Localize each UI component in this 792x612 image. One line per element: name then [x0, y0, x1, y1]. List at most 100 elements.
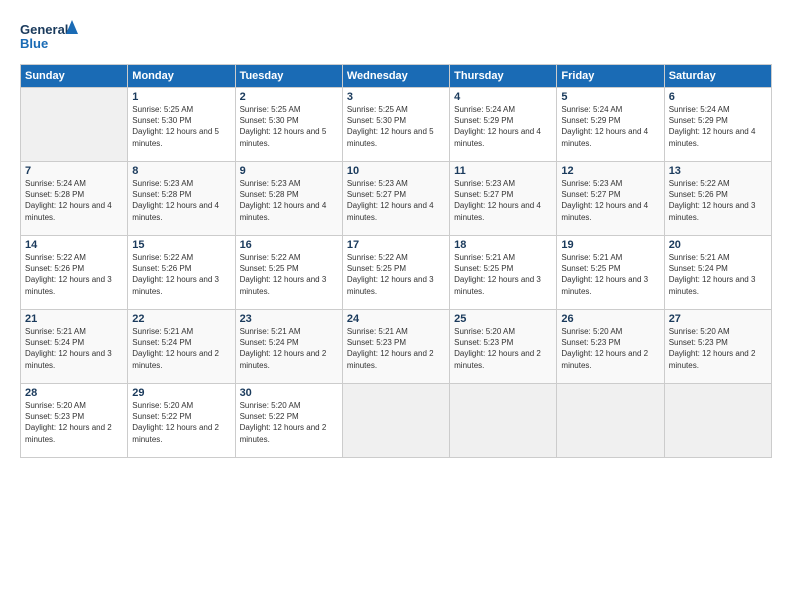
calendar-cell — [557, 384, 664, 458]
calendar-cell — [21, 88, 128, 162]
day-info: Sunrise: 5:22 AMSunset: 5:26 PMDaylight:… — [669, 178, 767, 223]
day-info: Sunrise: 5:21 AMSunset: 5:24 PMDaylight:… — [669, 252, 767, 297]
day-info: Sunrise: 5:21 AMSunset: 5:25 PMDaylight:… — [454, 252, 552, 297]
day-info: Sunrise: 5:22 AMSunset: 5:25 PMDaylight:… — [347, 252, 445, 297]
calendar-cell: 10Sunrise: 5:23 AMSunset: 5:27 PMDayligh… — [342, 162, 449, 236]
day-number: 15 — [132, 239, 230, 251]
calendar-cell: 28Sunrise: 5:20 AMSunset: 5:23 PMDayligh… — [21, 384, 128, 458]
calendar-cell: 23Sunrise: 5:21 AMSunset: 5:24 PMDayligh… — [235, 310, 342, 384]
weekday-header-wednesday: Wednesday — [342, 65, 449, 88]
day-info: Sunrise: 5:24 AMSunset: 5:28 PMDaylight:… — [25, 178, 123, 223]
calendar-cell: 21Sunrise: 5:21 AMSunset: 5:24 PMDayligh… — [21, 310, 128, 384]
day-number: 13 — [669, 165, 767, 177]
day-info: Sunrise: 5:22 AMSunset: 5:26 PMDaylight:… — [25, 252, 123, 297]
day-number: 22 — [132, 313, 230, 325]
day-number: 10 — [347, 165, 445, 177]
day-info: Sunrise: 5:21 AMSunset: 5:24 PMDaylight:… — [132, 326, 230, 371]
day-info: Sunrise: 5:21 AMSunset: 5:24 PMDaylight:… — [25, 326, 123, 371]
weekday-header-sunday: Sunday — [21, 65, 128, 88]
calendar-cell: 1Sunrise: 5:25 AMSunset: 5:30 PMDaylight… — [128, 88, 235, 162]
day-number: 24 — [347, 313, 445, 325]
calendar-cell: 14Sunrise: 5:22 AMSunset: 5:26 PMDayligh… — [21, 236, 128, 310]
weekday-header-row: SundayMondayTuesdayWednesdayThursdayFrid… — [21, 65, 772, 88]
calendar-cell: 15Sunrise: 5:22 AMSunset: 5:26 PMDayligh… — [128, 236, 235, 310]
calendar-cell: 5Sunrise: 5:24 AMSunset: 5:29 PMDaylight… — [557, 88, 664, 162]
calendar-cell: 22Sunrise: 5:21 AMSunset: 5:24 PMDayligh… — [128, 310, 235, 384]
day-number: 12 — [561, 165, 659, 177]
day-info: Sunrise: 5:23 AMSunset: 5:27 PMDaylight:… — [561, 178, 659, 223]
calendar-cell: 6Sunrise: 5:24 AMSunset: 5:29 PMDaylight… — [664, 88, 771, 162]
day-info: Sunrise: 5:23 AMSunset: 5:27 PMDaylight:… — [347, 178, 445, 223]
day-number: 16 — [240, 239, 338, 251]
day-info: Sunrise: 5:20 AMSunset: 5:23 PMDaylight:… — [25, 400, 123, 445]
day-info: Sunrise: 5:21 AMSunset: 5:23 PMDaylight:… — [347, 326, 445, 371]
day-number: 2 — [240, 91, 338, 103]
calendar-cell: 24Sunrise: 5:21 AMSunset: 5:23 PMDayligh… — [342, 310, 449, 384]
calendar-cell: 7Sunrise: 5:24 AMSunset: 5:28 PMDaylight… — [21, 162, 128, 236]
day-info: Sunrise: 5:23 AMSunset: 5:27 PMDaylight:… — [454, 178, 552, 223]
day-number: 23 — [240, 313, 338, 325]
calendar-cell: 8Sunrise: 5:23 AMSunset: 5:28 PMDaylight… — [128, 162, 235, 236]
day-info: Sunrise: 5:20 AMSunset: 5:23 PMDaylight:… — [561, 326, 659, 371]
day-info: Sunrise: 5:23 AMSunset: 5:28 PMDaylight:… — [240, 178, 338, 223]
calendar-cell: 12Sunrise: 5:23 AMSunset: 5:27 PMDayligh… — [557, 162, 664, 236]
weekday-header-thursday: Thursday — [450, 65, 557, 88]
day-info: Sunrise: 5:20 AMSunset: 5:23 PMDaylight:… — [454, 326, 552, 371]
day-info: Sunrise: 5:24 AMSunset: 5:29 PMDaylight:… — [561, 104, 659, 149]
day-info: Sunrise: 5:20 AMSunset: 5:22 PMDaylight:… — [132, 400, 230, 445]
day-number: 21 — [25, 313, 123, 325]
day-info: Sunrise: 5:21 AMSunset: 5:25 PMDaylight:… — [561, 252, 659, 297]
calendar-cell: 4Sunrise: 5:24 AMSunset: 5:29 PMDaylight… — [450, 88, 557, 162]
calendar-cell: 27Sunrise: 5:20 AMSunset: 5:23 PMDayligh… — [664, 310, 771, 384]
week-row-2: 7Sunrise: 5:24 AMSunset: 5:28 PMDaylight… — [21, 162, 772, 236]
day-info: Sunrise: 5:25 AMSunset: 5:30 PMDaylight:… — [132, 104, 230, 149]
weekday-header-tuesday: Tuesday — [235, 65, 342, 88]
calendar-cell: 16Sunrise: 5:22 AMSunset: 5:25 PMDayligh… — [235, 236, 342, 310]
calendar-cell: 13Sunrise: 5:22 AMSunset: 5:26 PMDayligh… — [664, 162, 771, 236]
day-info: Sunrise: 5:25 AMSunset: 5:30 PMDaylight:… — [240, 104, 338, 149]
day-number: 9 — [240, 165, 338, 177]
calendar-cell: 9Sunrise: 5:23 AMSunset: 5:28 PMDaylight… — [235, 162, 342, 236]
week-row-3: 14Sunrise: 5:22 AMSunset: 5:26 PMDayligh… — [21, 236, 772, 310]
day-number: 27 — [669, 313, 767, 325]
day-number: 8 — [132, 165, 230, 177]
calendar-cell: 2Sunrise: 5:25 AMSunset: 5:30 PMDaylight… — [235, 88, 342, 162]
calendar-cell: 19Sunrise: 5:21 AMSunset: 5:25 PMDayligh… — [557, 236, 664, 310]
day-number: 4 — [454, 91, 552, 103]
weekday-header-friday: Friday — [557, 65, 664, 88]
day-number: 28 — [25, 387, 123, 399]
day-number: 29 — [132, 387, 230, 399]
day-info: Sunrise: 5:24 AMSunset: 5:29 PMDaylight:… — [669, 104, 767, 149]
day-number: 3 — [347, 91, 445, 103]
calendar-cell: 26Sunrise: 5:20 AMSunset: 5:23 PMDayligh… — [557, 310, 664, 384]
day-info: Sunrise: 5:22 AMSunset: 5:25 PMDaylight:… — [240, 252, 338, 297]
day-info: Sunrise: 5:24 AMSunset: 5:29 PMDaylight:… — [454, 104, 552, 149]
day-info: Sunrise: 5:23 AMSunset: 5:28 PMDaylight:… — [132, 178, 230, 223]
weekday-header-monday: Monday — [128, 65, 235, 88]
day-number: 25 — [454, 313, 552, 325]
calendar-table: SundayMondayTuesdayWednesdayThursdayFrid… — [20, 64, 772, 458]
day-number: 26 — [561, 313, 659, 325]
calendar-cell: 29Sunrise: 5:20 AMSunset: 5:22 PMDayligh… — [128, 384, 235, 458]
day-info: Sunrise: 5:20 AMSunset: 5:22 PMDaylight:… — [240, 400, 338, 445]
day-number: 19 — [561, 239, 659, 251]
day-number: 20 — [669, 239, 767, 251]
day-number: 14 — [25, 239, 123, 251]
day-number: 6 — [669, 91, 767, 103]
calendar-cell: 30Sunrise: 5:20 AMSunset: 5:22 PMDayligh… — [235, 384, 342, 458]
day-info: Sunrise: 5:21 AMSunset: 5:24 PMDaylight:… — [240, 326, 338, 371]
day-info: Sunrise: 5:20 AMSunset: 5:23 PMDaylight:… — [669, 326, 767, 371]
calendar-cell: 3Sunrise: 5:25 AMSunset: 5:30 PMDaylight… — [342, 88, 449, 162]
calendar-cell: 11Sunrise: 5:23 AMSunset: 5:27 PMDayligh… — [450, 162, 557, 236]
day-number: 30 — [240, 387, 338, 399]
day-number: 7 — [25, 165, 123, 177]
calendar-cell — [664, 384, 771, 458]
day-info: Sunrise: 5:22 AMSunset: 5:26 PMDaylight:… — [132, 252, 230, 297]
weekday-header-saturday: Saturday — [664, 65, 771, 88]
calendar-cell: 20Sunrise: 5:21 AMSunset: 5:24 PMDayligh… — [664, 236, 771, 310]
logo-svg: General Blue — [20, 18, 80, 54]
calendar-cell: 17Sunrise: 5:22 AMSunset: 5:25 PMDayligh… — [342, 236, 449, 310]
week-row-1: 1Sunrise: 5:25 AMSunset: 5:30 PMDaylight… — [21, 88, 772, 162]
day-number: 18 — [454, 239, 552, 251]
day-info: Sunrise: 5:25 AMSunset: 5:30 PMDaylight:… — [347, 104, 445, 149]
